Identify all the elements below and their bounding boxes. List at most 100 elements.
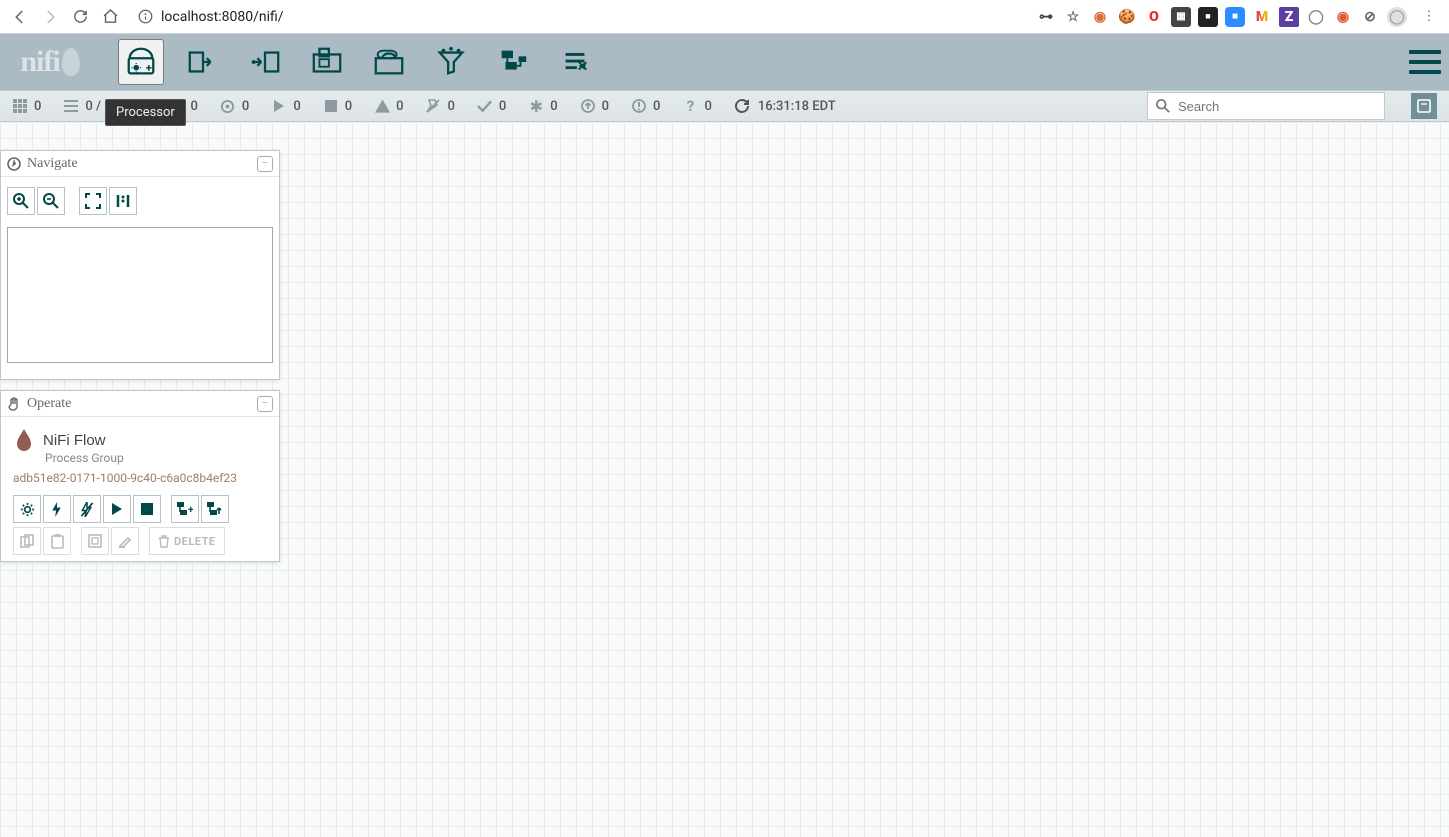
- trash-icon: [158, 535, 170, 548]
- transmit-on-icon: [220, 98, 236, 114]
- ext-icon-2[interactable]: 🍪: [1117, 7, 1137, 27]
- enable-button[interactable]: [43, 495, 71, 523]
- stat-running: 0: [271, 98, 300, 114]
- svg-text:+: +: [146, 60, 152, 74]
- component-toolbar: +: [118, 39, 598, 85]
- global-menu-button[interactable]: [1409, 50, 1441, 74]
- compass-icon: [7, 157, 21, 171]
- nifi-drop-icon: [62, 48, 80, 76]
- flow-type: Process Group: [45, 451, 267, 465]
- ext-icon-11[interactable]: ⊘: [1360, 7, 1380, 27]
- stat-sync-failure: 0: [631, 98, 660, 114]
- zoom-actual-button[interactable]: [109, 187, 137, 215]
- disabled-icon: [425, 98, 441, 114]
- play-icon: [271, 98, 287, 114]
- operate-title: Operate: [27, 396, 71, 412]
- operate-collapse-button[interactable]: −: [257, 396, 273, 412]
- ext-icon-1[interactable]: ◉: [1090, 7, 1110, 27]
- address-bar[interactable]: localhost:8080/nifi/: [128, 3, 1030, 31]
- browser-home-button[interactable]: [98, 5, 122, 29]
- navigate-panel: Navigate −: [0, 150, 280, 380]
- list-icon: [63, 98, 79, 114]
- stat-invalid: 0: [374, 98, 403, 114]
- ext-icon-5[interactable]: ■: [1198, 7, 1218, 27]
- process-group-icon: [13, 427, 35, 453]
- warning-icon: [374, 98, 390, 114]
- stat-locally-modified: ✱ 0: [528, 98, 557, 114]
- operate-panel: Operate − NiFi Flow Process Group adb51e…: [0, 390, 280, 562]
- site-info-icon: [138, 9, 153, 24]
- stat-unknown: ? 0: [682, 98, 711, 114]
- refresh-icon[interactable]: [734, 98, 750, 114]
- group-button[interactable]: [81, 527, 109, 555]
- bookmark-star-icon[interactable]: ☆: [1063, 7, 1083, 27]
- ext-icon-6[interactable]: ■: [1225, 7, 1245, 27]
- input-port-drag-button[interactable]: [180, 39, 226, 85]
- stat-up-to-date: 0: [477, 98, 506, 114]
- up-arrow-icon: [580, 98, 596, 114]
- zoom-in-button[interactable]: [7, 187, 35, 215]
- create-template-button[interactable]: +: [171, 495, 199, 523]
- last-refreshed: 16:31:18 EDT: [734, 98, 836, 114]
- flow-name: NiFi Flow: [43, 432, 106, 449]
- template-drag-button[interactable]: [490, 39, 536, 85]
- disable-button[interactable]: [73, 495, 101, 523]
- browser-forward-button[interactable]: [38, 5, 62, 29]
- stop-button[interactable]: [133, 495, 161, 523]
- stat-disabled: 0: [425, 98, 454, 114]
- browser-reload-button[interactable]: [68, 5, 92, 29]
- navigate-collapse-button[interactable]: −: [257, 156, 273, 172]
- processor-tooltip: Processor: [105, 99, 186, 126]
- processor-drag-button[interactable]: +: [118, 39, 164, 85]
- paste-button[interactable]: [43, 527, 71, 555]
- extension-icons: ⊶ ☆ ◉ 🍪 O ▦ ■ ■ M Z ◯ ◉ ⊘ ◯: [1036, 7, 1407, 27]
- remote-process-group-drag-button[interactable]: [366, 39, 412, 85]
- asterisk-icon: ✱: [528, 98, 544, 114]
- process-group-drag-button[interactable]: [304, 39, 350, 85]
- status-bar: 0 0 / 0 bytes 0 0 0 0 0 0 0 ✱ 0 0 0: [0, 90, 1449, 122]
- copy-button[interactable]: [13, 527, 41, 555]
- stat-transmitting-enabled: 0: [220, 98, 249, 114]
- alert-circle-icon: [631, 98, 647, 114]
- label-drag-button[interactable]: [552, 39, 598, 85]
- ext-icon-9[interactable]: ◯: [1306, 7, 1326, 27]
- ext-icon-4[interactable]: ▦: [1171, 7, 1191, 27]
- svg-text:+: +: [188, 505, 193, 516]
- navigate-title: Navigate: [27, 156, 78, 172]
- nifi-header: nifi +: [0, 34, 1449, 90]
- start-button[interactable]: [103, 495, 131, 523]
- profile-avatar-icon[interactable]: ◯: [1387, 7, 1407, 27]
- ext-icon-8[interactable]: Z: [1279, 7, 1299, 27]
- ext-icon-7[interactable]: M: [1252, 7, 1272, 27]
- key-icon[interactable]: ⊶: [1036, 7, 1056, 27]
- hand-icon: [7, 397, 21, 411]
- browser-back-button[interactable]: [8, 5, 32, 29]
- browser-chrome: localhost:8080/nifi/ ⊶ ☆ ◉ 🍪 O ▦ ■ ■ M Z…: [0, 0, 1449, 34]
- stat-stale: 0: [580, 98, 609, 114]
- check-icon: [477, 98, 493, 114]
- url-text: localhost:8080/nifi/: [161, 9, 284, 25]
- ext-icon-10[interactable]: ◉: [1333, 7, 1353, 27]
- birdseye-view[interactable]: [7, 227, 273, 363]
- flow-id: adb51e82-0171-1000-9c40-c6a0c8b4ef23: [13, 471, 267, 485]
- search-box[interactable]: [1147, 92, 1385, 120]
- delete-button[interactable]: DELETE: [149, 527, 225, 555]
- upload-template-button[interactable]: [201, 495, 229, 523]
- output-port-drag-button[interactable]: [242, 39, 288, 85]
- search-icon: [1156, 99, 1170, 113]
- browser-menu-button[interactable]: ⋮: [1417, 9, 1441, 24]
- configure-button[interactable]: [13, 495, 41, 523]
- stat-active-threads: 0: [12, 98, 41, 114]
- stat-stopped: 0: [323, 98, 352, 114]
- nifi-logo: nifi: [0, 34, 100, 90]
- zoom-out-button[interactable]: [37, 187, 65, 215]
- grid-icon: [12, 98, 28, 114]
- zoom-fit-button[interactable]: [79, 187, 107, 215]
- ext-icon-3[interactable]: O: [1144, 7, 1164, 27]
- fill-color-button[interactable]: [111, 527, 139, 555]
- stop-icon: [323, 98, 339, 114]
- funnel-drag-button[interactable]: [428, 39, 474, 85]
- search-input[interactable]: [1178, 99, 1376, 114]
- question-icon: ?: [682, 98, 698, 114]
- bulletin-board-button[interactable]: [1411, 93, 1437, 119]
